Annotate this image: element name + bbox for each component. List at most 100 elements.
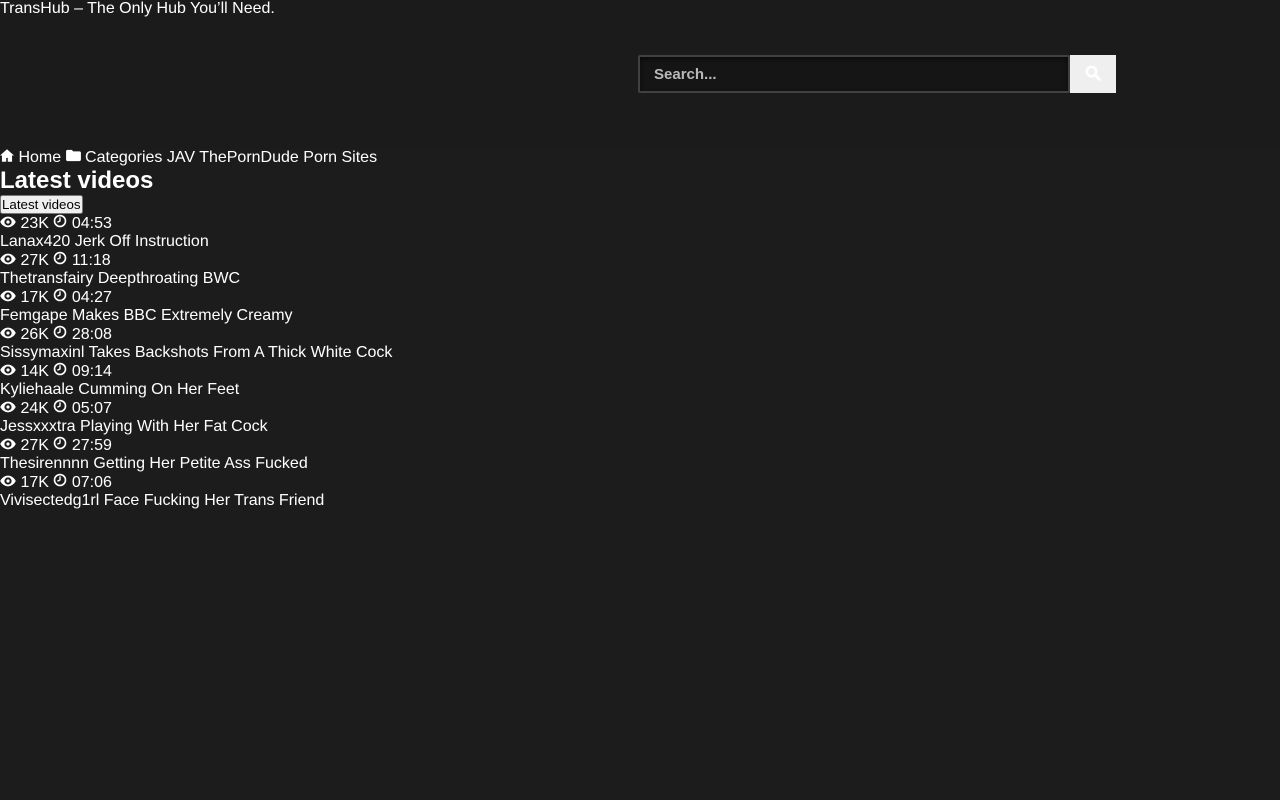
views: 27K — [0, 252, 53, 269]
duration: 27:59 — [53, 437, 112, 454]
nav-item-label: ThePornDude — [199, 149, 299, 166]
views: 26K — [0, 326, 53, 343]
video-thumbnail[interactable]: 17K 04:27 — [0, 288, 1280, 307]
video-title[interactable]: Lanax420 Jerk Off Instruction — [0, 233, 1280, 251]
duration-value: 04:27 — [72, 289, 112, 306]
video-meta: 23K 04:53 — [0, 214, 1280, 233]
video-card[interactable]: 17K 07:06 Vivisectedg1rl Face Fucking He… — [0, 473, 1280, 510]
video-meta: 24K 05:07 — [0, 399, 1280, 418]
nav-item-categories[interactable]: Categories — [66, 149, 167, 166]
magnifier-icon — [1084, 70, 1102, 85]
eye-icon — [0, 400, 20, 417]
views: 17K — [0, 474, 53, 491]
search-input[interactable] — [638, 55, 1070, 93]
video-card[interactable]: 14K 09:14 Kyliehaale Cumming On Her Feet — [0, 362, 1280, 399]
eye-icon — [0, 215, 20, 232]
nav-item-home[interactable]: Home — [0, 149, 66, 166]
views-count: 17K — [20, 474, 48, 491]
main-nav: Home Categories JAV ThePornDude Porn Sit… — [0, 149, 1280, 167]
duration-value: 11:18 — [72, 252, 111, 269]
video-card[interactable]: 24K 05:07 Jessxxxtra Playing With Her Fa… — [0, 399, 1280, 436]
video-meta: 17K 07:06 — [0, 473, 1280, 492]
clock-icon — [53, 437, 71, 454]
views-count: 24K — [20, 400, 48, 417]
video-card[interactable]: 23K 04:53 Lanax420 Jerk Off Instruction — [0, 214, 1280, 251]
views-count: 23K — [20, 215, 48, 232]
nav-item-label: JAV — [167, 149, 195, 166]
video-title[interactable]: Sissymaxinl Takes Backshots From A Thick… — [0, 344, 1280, 362]
views: 27K — [0, 437, 53, 454]
search-bar — [638, 55, 1116, 93]
video-title[interactable]: Femgape Makes BBC Extremely Creamy — [0, 307, 1280, 325]
video-thumbnail[interactable]: 27K 11:18 — [0, 251, 1280, 270]
eye-icon — [0, 363, 20, 380]
clock-icon — [53, 474, 71, 491]
duration-value: 04:53 — [72, 215, 112, 232]
nav-item-jav[interactable]: JAV — [167, 149, 199, 166]
video-meta: 27K 27:59 — [0, 436, 1280, 455]
video-meta: 27K 11:18 — [0, 251, 1280, 270]
video-title[interactable]: Jessxxxtra Playing With Her Fat Cock — [0, 418, 1280, 436]
video-thumbnail[interactable]: 17K 07:06 — [0, 473, 1280, 492]
eye-icon — [0, 289, 20, 306]
section-header: Latest videos Latest videos — [0, 167, 1280, 214]
video-thumbnail[interactable]: 24K 05:07 — [0, 399, 1280, 418]
sort-dropdown-label: Latest videos — [2, 197, 81, 212]
eye-icon — [0, 437, 20, 454]
video-thumbnail[interactable]: 23K 04:53 — [0, 214, 1280, 233]
duration-value: 05:07 — [72, 400, 112, 417]
views-count: 26K — [20, 326, 48, 343]
video-thumbnail[interactable]: 26K 28:08 — [0, 325, 1280, 344]
views-count: 14K — [20, 363, 48, 380]
duration: 04:53 — [53, 215, 112, 232]
video-meta: 14K 09:14 — [0, 362, 1280, 381]
video-thumbnail[interactable]: 27K 27:59 — [0, 436, 1280, 455]
nav-item-theporndude[interactable]: ThePornDude — [199, 149, 303, 166]
duration: 05:07 — [53, 400, 112, 417]
views-count: 27K — [20, 252, 48, 269]
site-tagline: TransHub – The Only Hub You’ll Need. — [0, 0, 1280, 18]
duration: 11:18 — [53, 252, 110, 269]
video-meta: 26K 28:08 — [0, 325, 1280, 344]
nav-item-label: Categories — [85, 149, 162, 166]
views-count: 17K — [20, 289, 48, 306]
clock-icon — [53, 326, 71, 343]
video-card[interactable]: 17K 04:27 Femgape Makes BBC Extremely Cr… — [0, 288, 1280, 325]
video-title[interactable]: Kyliehaale Cumming On Her Feet — [0, 381, 1280, 399]
eye-icon — [0, 326, 20, 343]
video-card[interactable]: 27K 11:18 Thetransfairy Deepthroating BW… — [0, 251, 1280, 288]
clock-icon — [53, 289, 71, 306]
home-icon — [0, 149, 18, 166]
clock-icon — [53, 215, 71, 232]
duration-value: 09:14 — [72, 363, 112, 380]
section-title: Latest videos — [0, 167, 1280, 195]
video-card[interactable]: 27K 27:59 Thesirennnn Getting Her Petite… — [0, 436, 1280, 473]
duration-value: 27:59 — [72, 437, 112, 454]
video-title[interactable]: Thesirennnn Getting Her Petite Ass Fucke… — [0, 455, 1280, 473]
nav-item-label: Home — [18, 149, 61, 166]
duration: 09:14 — [53, 363, 112, 380]
duration: 07:06 — [53, 474, 112, 491]
video-meta: 17K 04:27 — [0, 288, 1280, 307]
sort-dropdown[interactable]: Latest videos — [0, 195, 83, 214]
site-header: TransHub – The Only Hub You’ll Need. — [0, 0, 1280, 149]
video-thumbnail[interactable]: 14K 09:14 — [0, 362, 1280, 381]
duration: 28:08 — [53, 326, 112, 343]
eye-icon — [0, 474, 20, 491]
views-count: 27K — [20, 437, 48, 454]
duration: 04:27 — [53, 289, 112, 306]
views: 14K — [0, 363, 53, 380]
search-button[interactable] — [1070, 55, 1116, 93]
nav-item-label: Porn Sites — [303, 149, 377, 166]
nav-item-porn-sites[interactable]: Porn Sites — [303, 149, 377, 166]
video-title[interactable]: Thetransfairy Deepthroating BWC — [0, 270, 1280, 288]
duration-value: 28:08 — [72, 326, 112, 343]
video-title[interactable]: Vivisectedg1rl Face Fucking Her Trans Fr… — [0, 492, 1280, 510]
eye-icon — [0, 252, 20, 269]
clock-icon — [53, 400, 71, 417]
clock-icon — [53, 252, 71, 269]
views: 24K — [0, 400, 53, 417]
views: 23K — [0, 215, 53, 232]
video-card[interactable]: 26K 28:08 Sissymaxinl Takes Backshots Fr… — [0, 325, 1280, 362]
video-grid: 23K 04:53 Lanax420 Jerk Off Instruction — [0, 214, 1280, 510]
